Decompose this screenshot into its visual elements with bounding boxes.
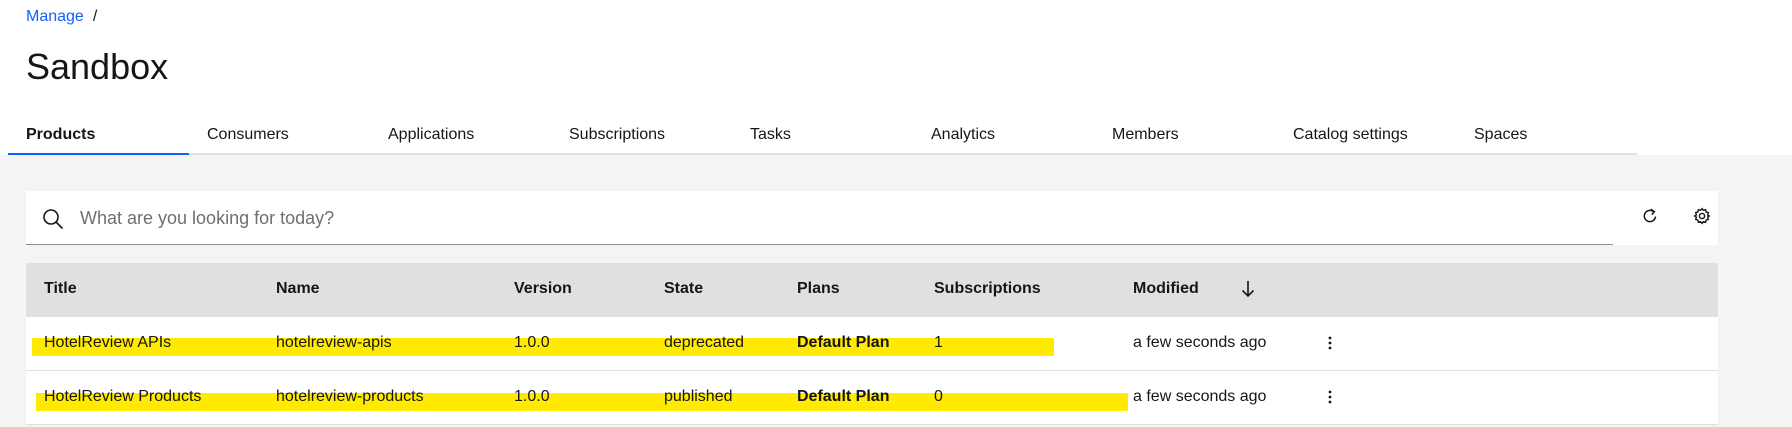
refresh-button[interactable] <box>1636 204 1664 232</box>
gear-icon <box>1693 206 1711 230</box>
tab-applications[interactable]: Applications <box>370 118 551 155</box>
column-header-title[interactable]: Title <box>44 280 77 298</box>
overflow-menu-icon <box>1328 390 1332 404</box>
search-field <box>26 191 1613 245</box>
overflow-menu-icon <box>1328 336 1332 350</box>
search-bar <box>26 191 1718 245</box>
cell-name: hotelreview-products <box>276 388 424 405</box>
cell-state: deprecated <box>664 334 745 351</box>
tab-tasks[interactable]: Tasks <box>732 118 913 155</box>
cell-name: hotelreview-apis <box>276 334 392 351</box>
cell-title: HotelReview APIs <box>44 334 172 351</box>
cell-plans: Default Plan <box>797 388 890 405</box>
overflow-menu-button[interactable] <box>1318 331 1342 355</box>
refresh-icon <box>1641 207 1659 230</box>
cell-modified: a few seconds ago <box>1133 388 1267 405</box>
main-content: Title Name Version State Plans Subscript… <box>0 155 1792 427</box>
overflow-menu-button[interactable] <box>1318 385 1342 409</box>
search-icon <box>42 208 64 230</box>
cell-subscriptions: 0 <box>934 388 943 405</box>
table-settings-button[interactable] <box>1688 204 1716 232</box>
column-header-name[interactable]: Name <box>276 280 320 298</box>
cell-plans: Default Plan <box>797 334 890 351</box>
tab-catalog-settings[interactable]: Catalog settings <box>1275 118 1456 155</box>
cell-title: HotelReview Products <box>44 388 202 405</box>
column-header-version[interactable]: Version <box>514 280 572 298</box>
page-header: Manage / Sandbox Products Consumers Appl… <box>0 0 1792 155</box>
tab-analytics[interactable]: Analytics <box>913 118 1094 155</box>
breadcrumb-separator: / <box>92 8 98 25</box>
table-row[interactable]: HotelReview APIs hotelreview-apis 1.0.0 … <box>26 317 1718 371</box>
tab-subscriptions[interactable]: Subscriptions <box>551 118 732 155</box>
cell-subscriptions: 1 <box>934 334 943 351</box>
products-table: Title Name Version State Plans Subscript… <box>26 263 1718 425</box>
tab-spaces[interactable]: Spaces <box>1456 118 1637 155</box>
cell-modified: a few seconds ago <box>1133 334 1267 351</box>
column-header-modified[interactable]: Modified <box>1133 280 1199 298</box>
tab-members[interactable]: Members <box>1094 118 1275 155</box>
tab-bar: Products Consumers Applications Subscrip… <box>8 118 1637 155</box>
cell-version: 1.0.0 <box>514 388 550 405</box>
table-row[interactable]: HotelReview Products hotelreview-product… <box>26 371 1718 425</box>
arrow-down-icon[interactable] <box>1240 279 1256 304</box>
tab-products[interactable]: Products <box>8 118 189 155</box>
search-input[interactable] <box>80 203 1580 233</box>
column-header-plans[interactable]: Plans <box>797 280 840 298</box>
column-header-subscriptions[interactable]: Subscriptions <box>934 280 1041 298</box>
breadcrumb: Manage / <box>26 8 97 26</box>
breadcrumb-link-manage[interactable]: Manage <box>26 8 84 26</box>
table-header: Title Name Version State Plans Subscript… <box>26 263 1718 317</box>
cell-state: published <box>664 388 733 405</box>
page-title: Sandbox <box>26 46 169 87</box>
tab-consumers[interactable]: Consumers <box>189 118 370 155</box>
column-header-state[interactable]: State <box>664 280 703 298</box>
cell-version: 1.0.0 <box>514 334 550 351</box>
